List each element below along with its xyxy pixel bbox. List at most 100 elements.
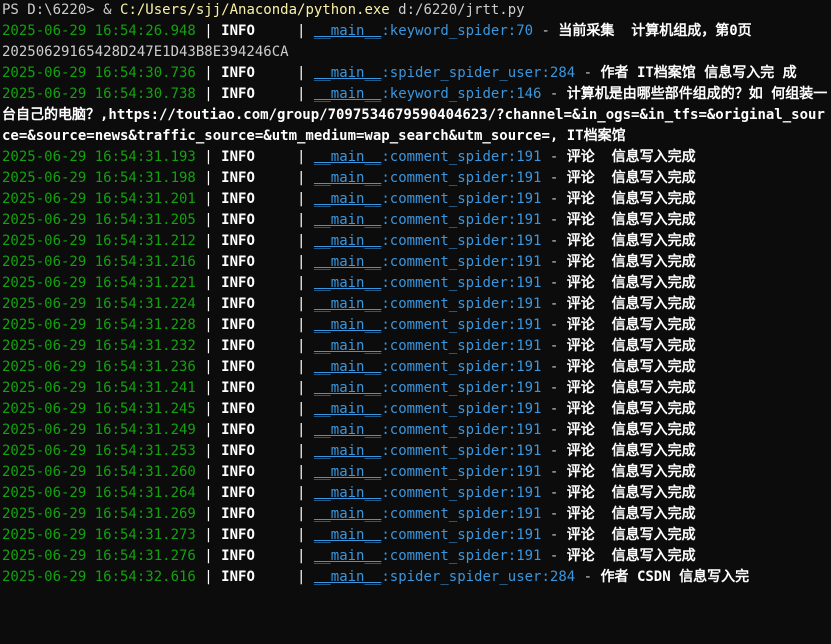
log-message: 评论 信息写入完成	[566, 464, 696, 480]
log-timestamp: 2025-06-29 16:54:31.224	[2, 296, 196, 312]
log-module: __main__	[313, 443, 382, 459]
log-separator: |	[195, 275, 222, 291]
ps-prompt: PS D:\6220> &	[2, 2, 121, 18]
log-separator: |	[195, 380, 222, 396]
command-prompt-line: PS D:\6220> & C:/Users/sjj/Anaconda/pyth…	[2, 0, 831, 21]
log-timestamp: 2025-06-29 16:54:31.228	[2, 317, 196, 333]
log-separator: -	[541, 338, 567, 354]
log-timestamp: 2025-06-29 16:54:26.948	[2, 23, 196, 39]
log-separator: |	[195, 23, 222, 39]
log-level: INFO	[221, 506, 255, 522]
log-module: __main__	[313, 422, 382, 438]
log-module: __main__	[313, 401, 382, 417]
log-function: :comment_spider:191	[381, 359, 542, 375]
log-separator: |	[195, 233, 222, 249]
log-plain-text: 20250629165428D247E1D43B8E394246CA	[2, 44, 289, 60]
log-separator: |	[254, 338, 314, 354]
log-module: __main__	[313, 317, 382, 333]
log-separator: -	[541, 317, 567, 333]
log-separator: |	[195, 65, 222, 81]
log-separator: |	[195, 359, 222, 375]
log-function: :comment_spider:191	[381, 464, 542, 480]
log-level: INFO	[221, 464, 255, 480]
log-separator: -	[541, 149, 567, 165]
log-module: __main__	[313, 380, 382, 396]
log-separator: |	[254, 317, 314, 333]
log-line: 2025-06-29 16:54:31.245 | INFO | __main_…	[2, 399, 831, 420]
log-line: 2025-06-29 16:54:31.193 | INFO | __main_…	[2, 147, 831, 168]
log-separator: -	[541, 191, 567, 207]
log-message: 评论 信息写入完成	[566, 380, 696, 396]
log-message: 评论 信息写入完成	[566, 527, 696, 543]
log-separator: |	[254, 233, 314, 249]
log-separator: |	[254, 380, 314, 396]
log-function: :spider_spider_user:284	[381, 65, 576, 81]
log-module: __main__	[313, 338, 382, 354]
log-module: __main__	[313, 569, 382, 585]
log-line: 2025-06-29 16:54:31.260 | INFO | __main_…	[2, 462, 831, 483]
log-function: :comment_spider:191	[381, 443, 542, 459]
log-separator: |	[195, 149, 222, 165]
log-message: 评论 信息写入完成	[566, 275, 696, 291]
log-separator: |	[195, 338, 222, 354]
log-separator: |	[254, 527, 314, 543]
log-line: 2025-06-29 16:54:30.738 | INFO | __main_…	[2, 84, 831, 147]
log-message: 评论 信息写入完成	[566, 170, 696, 186]
log-module: __main__	[313, 485, 382, 501]
log-level: INFO	[221, 254, 255, 270]
log-separator: |	[254, 170, 314, 186]
log-module: __main__	[313, 170, 382, 186]
log-separator: |	[254, 422, 314, 438]
log-message: 评论 信息写入完成	[566, 254, 696, 270]
log-function: :comment_spider:191	[381, 149, 542, 165]
log-line: 2025-06-29 16:54:31.264 | INFO | __main_…	[2, 483, 831, 504]
log-separator: -	[575, 569, 601, 585]
log-line: 2025-06-29 16:54:31.269 | INFO | __main_…	[2, 504, 831, 525]
log-separator: |	[195, 506, 222, 522]
log-message: 作者 IT档案馆 信息写入完 成	[600, 65, 797, 81]
log-level: INFO	[221, 233, 255, 249]
log-level: INFO	[221, 317, 255, 333]
log-level: INFO	[221, 23, 255, 39]
log-module: __main__	[313, 212, 382, 228]
log-separator: -	[541, 86, 567, 102]
log-timestamp: 2025-06-29 16:54:31.264	[2, 485, 196, 501]
log-module: __main__	[313, 506, 382, 522]
script-argument: d:/6220/jrtt.py	[389, 2, 525, 18]
log-line: 2025-06-29 16:54:26.948 | INFO | __main_…	[2, 21, 831, 42]
log-function: :comment_spider:191	[381, 380, 542, 396]
log-level: INFO	[221, 275, 255, 291]
log-function: :comment_spider:191	[381, 275, 542, 291]
log-timestamp: 2025-06-29 16:54:31.245	[2, 401, 196, 417]
log-timestamp: 2025-06-29 16:54:31.221	[2, 275, 196, 291]
log-level: INFO	[221, 170, 255, 186]
log-function: :comment_spider:191	[381, 401, 542, 417]
log-separator: |	[254, 212, 314, 228]
log-timestamp: 2025-06-29 16:54:30.736	[2, 65, 196, 81]
log-line: 2025-06-29 16:54:31.224 | INFO | __main_…	[2, 294, 831, 315]
log-separator: |	[254, 401, 314, 417]
log-level: INFO	[221, 65, 255, 81]
log-separator: |	[254, 191, 314, 207]
log-function: :comment_spider:191	[381, 233, 542, 249]
log-separator: |	[195, 296, 222, 312]
log-function: :comment_spider:191	[381, 506, 542, 522]
log-separator: |	[195, 422, 222, 438]
log-separator: |	[195, 317, 222, 333]
log-module: __main__	[313, 275, 382, 291]
log-timestamp: 2025-06-29 16:54:31.269	[2, 506, 196, 522]
log-line: 20250629165428D247E1D43B8E394246CA	[2, 42, 831, 63]
log-function: :spider_spider_user:284	[381, 569, 576, 585]
terminal-output[interactable]: PS D:\6220> & C:/Users/sjj/Anaconda/pyth…	[2, 0, 831, 644]
log-level: INFO	[221, 296, 255, 312]
log-separator: -	[541, 275, 567, 291]
log-function: :comment_spider:191	[381, 170, 542, 186]
log-separator: -	[541, 485, 567, 501]
log-separator: |	[195, 401, 222, 417]
log-separator: |	[254, 254, 314, 270]
log-line: 2025-06-29 16:54:31.276 | INFO | __main_…	[2, 546, 831, 567]
log-module: __main__	[313, 548, 382, 564]
log-module: __main__	[313, 191, 382, 207]
log-function: :comment_spider:191	[381, 317, 542, 333]
log-line: 2025-06-29 16:54:31.221 | INFO | __main_…	[2, 273, 831, 294]
